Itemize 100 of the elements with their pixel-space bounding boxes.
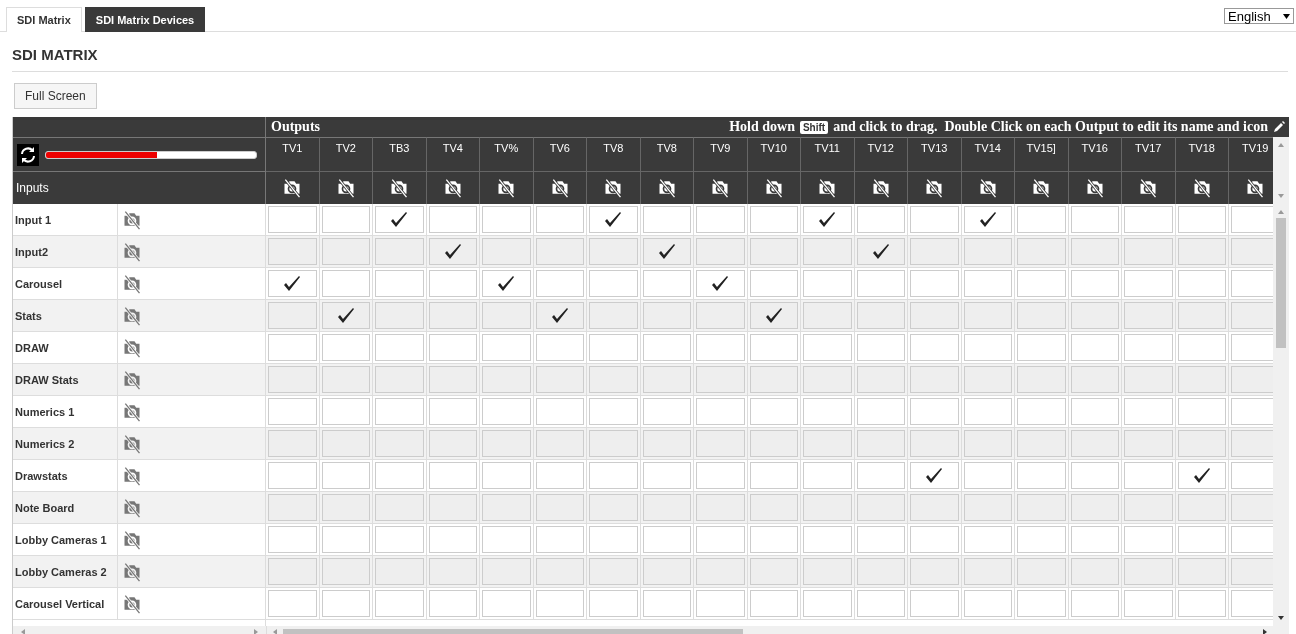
output-name[interactable]: TV4 (426, 138, 479, 172)
matrix-checkbox[interactable] (1177, 526, 1226, 553)
matrix-checkbox[interactable] (375, 238, 424, 265)
matrix-checkbox[interactable] (589, 430, 638, 457)
output-name[interactable]: TV16 (1068, 138, 1121, 172)
matrix-checkbox[interactable] (428, 462, 477, 489)
matrix-checkbox[interactable] (803, 238, 852, 265)
matrix-checkbox[interactable] (696, 270, 745, 297)
output-name[interactable]: TV12 (854, 138, 907, 172)
matrix-checkbox[interactable] (1017, 366, 1066, 393)
matrix-checkbox[interactable] (321, 462, 370, 489)
matrix-checkbox[interactable] (1017, 526, 1066, 553)
matrix-checkbox[interactable] (589, 366, 638, 393)
matrix-checkbox[interactable] (910, 430, 959, 457)
matrix-checkbox[interactable] (268, 238, 317, 265)
matrix-checkbox[interactable] (856, 398, 905, 425)
matrix-checkbox[interactable] (428, 366, 477, 393)
scroll-thumb[interactable] (1276, 218, 1286, 348)
scroll-left-icon[interactable] (271, 628, 279, 634)
matrix-checkbox[interactable] (589, 270, 638, 297)
matrix-checkbox[interactable] (589, 558, 638, 585)
matrix-checkbox[interactable] (1017, 302, 1066, 329)
matrix-checkbox[interactable] (963, 334, 1012, 361)
output-name[interactable]: TV15] (1015, 138, 1068, 172)
matrix-checkbox[interactable] (803, 462, 852, 489)
matrix-checkbox[interactable] (963, 494, 1012, 521)
matrix-checkbox[interactable] (589, 526, 638, 553)
matrix-checkbox[interactable] (321, 430, 370, 457)
matrix-checkbox[interactable] (268, 334, 317, 361)
matrix-checkbox[interactable] (268, 590, 317, 617)
matrix-checkbox[interactable] (963, 302, 1012, 329)
matrix-checkbox[interactable] (963, 206, 1012, 233)
matrix-checkbox[interactable] (535, 334, 584, 361)
matrix-checkbox[interactable] (642, 206, 691, 233)
matrix-checkbox[interactable] (1017, 398, 1066, 425)
matrix-checkbox[interactable] (589, 238, 638, 265)
matrix-checkbox[interactable] (856, 366, 905, 393)
matrix-checkbox[interactable] (1070, 238, 1119, 265)
output-name[interactable]: TV% (480, 138, 533, 172)
matrix-checkbox[interactable] (856, 462, 905, 489)
matrix-checkbox[interactable] (482, 238, 531, 265)
matrix-checkbox[interactable] (482, 366, 531, 393)
matrix-checkbox[interactable] (856, 334, 905, 361)
matrix-checkbox[interactable] (535, 590, 584, 617)
matrix-checkbox[interactable] (321, 526, 370, 553)
matrix-checkbox[interactable] (910, 398, 959, 425)
matrix-checkbox[interactable] (268, 430, 317, 457)
matrix-checkbox[interactable] (1124, 398, 1173, 425)
matrix-checkbox[interactable] (428, 494, 477, 521)
output-name[interactable]: TV11 (801, 138, 854, 172)
matrix-checkbox[interactable] (856, 526, 905, 553)
matrix-checkbox[interactable] (589, 302, 638, 329)
matrix-checkbox[interactable] (535, 270, 584, 297)
matrix-checkbox[interactable] (1124, 494, 1173, 521)
matrix-checkbox[interactable] (1177, 430, 1226, 457)
matrix-checkbox[interactable] (1124, 590, 1173, 617)
matrix-checkbox[interactable] (963, 558, 1012, 585)
matrix-checkbox[interactable] (1124, 526, 1173, 553)
matrix-checkbox[interactable] (482, 558, 531, 585)
matrix-checkbox[interactable] (642, 238, 691, 265)
matrix-checkbox[interactable] (749, 526, 798, 553)
matrix-checkbox[interactable] (535, 526, 584, 553)
matrix-checkbox[interactable] (749, 590, 798, 617)
matrix-checkbox[interactable] (910, 238, 959, 265)
matrix-checkbox[interactable] (535, 206, 584, 233)
matrix-checkbox[interactable] (856, 558, 905, 585)
matrix-checkbox[interactable] (696, 366, 745, 393)
matrix-checkbox[interactable] (268, 558, 317, 585)
matrix-checkbox[interactable] (589, 494, 638, 521)
matrix-checkbox[interactable] (1177, 270, 1226, 297)
matrix-checkbox[interactable] (375, 558, 424, 585)
matrix-checkbox[interactable] (1231, 302, 1273, 329)
matrix-checkbox[interactable] (749, 558, 798, 585)
matrix-checkbox[interactable] (749, 270, 798, 297)
matrix-checkbox[interactable] (1124, 462, 1173, 489)
matrix-checkbox[interactable] (963, 366, 1012, 393)
matrix-checkbox[interactable] (749, 398, 798, 425)
matrix-checkbox[interactable] (910, 366, 959, 393)
matrix-checkbox[interactable] (910, 558, 959, 585)
matrix-checkbox[interactable] (749, 462, 798, 489)
scroll-right-icon[interactable] (1261, 628, 1269, 634)
matrix-checkbox[interactable] (1177, 558, 1226, 585)
matrix-checkbox[interactable] (428, 430, 477, 457)
matrix-checkbox[interactable] (910, 494, 959, 521)
matrix-checkbox[interactable] (482, 270, 531, 297)
matrix-checkbox[interactable] (1124, 302, 1173, 329)
matrix-checkbox[interactable] (803, 526, 852, 553)
matrix-checkbox[interactable] (428, 590, 477, 617)
matrix-checkbox[interactable] (696, 206, 745, 233)
matrix-checkbox[interactable] (1070, 430, 1119, 457)
matrix-checkbox[interactable] (428, 206, 477, 233)
matrix-checkbox[interactable] (642, 334, 691, 361)
matrix-checkbox[interactable] (1017, 462, 1066, 489)
matrix-checkbox[interactable] (696, 590, 745, 617)
matrix-checkbox[interactable] (803, 430, 852, 457)
matrix-checkbox[interactable] (375, 206, 424, 233)
matrix-checkbox[interactable] (1177, 238, 1226, 265)
matrix-checkbox[interactable] (963, 430, 1012, 457)
matrix-checkbox[interactable] (375, 366, 424, 393)
matrix-checkbox[interactable] (1177, 494, 1226, 521)
